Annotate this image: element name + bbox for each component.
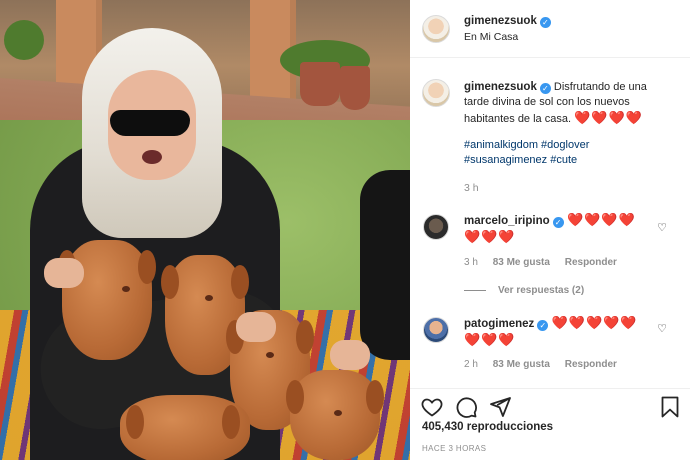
comment-username[interactable]: patogimenez [464, 318, 534, 330]
comment-likes[interactable]: 83 Me gusta [493, 359, 550, 370]
reply-button[interactable]: Responder [565, 257, 617, 268]
puppy [120, 395, 250, 460]
commenter-avatar[interactable] [423, 214, 449, 240]
post-header: gimenezsuok ✓ En Mi Casa [410, 0, 690, 58]
commenter-avatar[interactable] [423, 317, 449, 343]
comment-emojis: ❤️❤️❤️ [464, 332, 516, 347]
comment-username[interactable]: marcelo_iripino [464, 215, 550, 227]
comment-meta: 2 h 83 Me gusta Responder [464, 359, 629, 370]
comment-icon[interactable] [454, 395, 478, 419]
caption: gimenezsuok ✓ Disfrutando de una tarde di… [464, 80, 674, 127]
background-plants [4, 20, 44, 60]
comment-meta: 3 h 83 Me gusta Responder [464, 257, 629, 268]
comment-emojis: ❤️❤️❤️ [464, 229, 516, 244]
puppy [286, 370, 384, 460]
caption-emojis: ❤️❤️❤️❤️ [574, 110, 643, 125]
second-person-hand [330, 340, 370, 370]
caption-avatar[interactable] [422, 79, 450, 107]
comment: patogimenez ✓ ❤️❤️❤️❤️❤️ ❤️❤️❤️ [464, 315, 664, 348]
caption-time: 3 h [464, 182, 479, 194]
verified-badge-icon: ✓ [539, 83, 551, 94]
avatar[interactable] [422, 15, 450, 43]
hashtag-link[interactable]: #susanagimenez [464, 154, 547, 166]
caption-username[interactable]: gimenezsuok [464, 81, 537, 93]
woman-hand [236, 312, 276, 342]
post-actions: 405,430 reproducciones HACE 3 HORAS [410, 388, 690, 460]
hashtag-link[interactable]: #cute [550, 154, 577, 166]
view-count[interactable]: 405,430 reproducciones [422, 421, 553, 433]
background-pot [340, 66, 370, 110]
woman-hand [44, 258, 84, 288]
post-timestamp: HACE 3 HORAS [422, 444, 487, 453]
post-location[interactable]: En Mi Casa [464, 31, 518, 43]
reply-button[interactable]: Responder [565, 359, 617, 370]
puppy [58, 240, 156, 360]
post-side-panel: gimenezsuok ✓ En Mi Casa gimenezsuok ✓ Dis… [410, 0, 690, 460]
verified-badge-icon: ✓ [539, 17, 551, 28]
comment: marcelo_iripino ✓ ❤️❤️❤️❤️ ❤️❤️❤️ [464, 212, 664, 245]
post-video[interactable] [0, 0, 410, 460]
post-author-username[interactable]: gimenezsuok [464, 15, 537, 27]
comment-like-heart-icon[interactable]: ♡ [656, 323, 668, 335]
view-replies-button[interactable]: Ver respuestas (2) [464, 285, 596, 296]
woman-mouth [142, 150, 162, 164]
comment-time: 2 h [464, 359, 478, 370]
sunglasses [110, 110, 190, 136]
verified-badge-icon: ✓ [537, 320, 549, 331]
heart-icon[interactable] [420, 395, 444, 419]
background-pot [300, 62, 340, 106]
comment-emojis: ❤️❤️❤️❤️❤️ [551, 315, 638, 330]
hashtag-link[interactable]: #doglover [541, 139, 589, 151]
view-replies-label: Ver respuestas (2) [498, 285, 585, 296]
caption-hashtags: #animalkigdom #doglover #susanagimenez #… [464, 138, 674, 168]
comment-likes[interactable]: 83 Me gusta [493, 257, 550, 268]
hashtag-link[interactable]: #animalkigdom [464, 139, 538, 151]
share-icon[interactable] [488, 395, 512, 419]
replies-divider [464, 289, 486, 291]
comment-emojis: ❤️❤️❤️❤️ [566, 212, 636, 227]
comment-time: 3 h [464, 257, 478, 268]
verified-badge-icon: ✓ [552, 217, 564, 228]
second-person-arm [360, 170, 410, 360]
comment-like-heart-icon[interactable]: ♡ [656, 222, 668, 234]
bookmark-icon[interactable] [658, 395, 682, 419]
